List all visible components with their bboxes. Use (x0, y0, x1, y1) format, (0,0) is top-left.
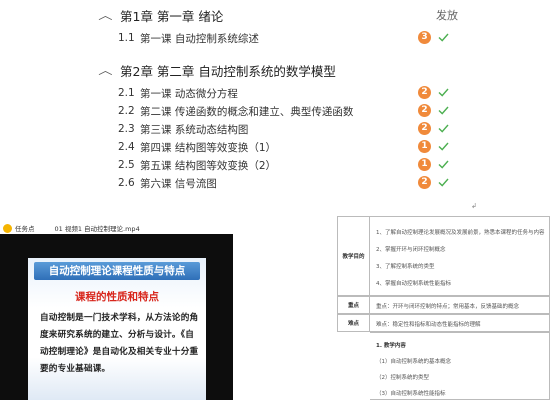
slide-title: 自动控制理论课程性质与特点 (34, 262, 200, 280)
chapter-title: 第2章 第二章 自动控制系统的数学模型 (120, 63, 336, 79)
lesson-number: 2.1 (118, 87, 135, 99)
chapter-title: 第1章 第一章 绪论 (120, 8, 224, 24)
goal-item: 2、掌握开环与闭环控制概念 (376, 247, 446, 253)
publish-column-header: 发放 (436, 9, 458, 22)
lesson-title[interactable]: 第五课 结构图等效变换（2） (140, 158, 276, 173)
content-item: （2）控制系统的类型 (376, 375, 429, 381)
task-panel: 任务点 01 视频1 自动控制理论.mp4 自动控制理论课程性质与特点 课程的性… (0, 222, 238, 400)
task-count-badge: 1 (418, 158, 431, 171)
content-cell: 1. 教学内容 （1）自动控制系统的基本概念 （2）控制系统的类型 （3）自动控… (370, 332, 550, 400)
slide-subtitle: 课程的性质和特点 (75, 291, 159, 303)
task-count-badge: 3 (418, 31, 431, 44)
lesson-title[interactable]: 第一课 动态微分方程 (140, 86, 238, 101)
task-point-label: 任务点 (15, 225, 35, 233)
row-label-key: 重点 (337, 296, 370, 314)
task-header: 任务点 01 视频1 自动控制理论.mp4 (0, 222, 238, 234)
goal-item: 4、掌握自动控制系统性能指标 (376, 281, 452, 287)
lesson-number: 2.4 (118, 141, 135, 153)
lesson-row-2-4[interactable]: 2.4 第四课 结构图等效变换（1） (118, 139, 276, 155)
lesson-title[interactable]: 第六课 信号流图 (140, 176, 217, 191)
lesson-row-2-3[interactable]: 2.3 第三课 系统动态结构图 (118, 121, 248, 137)
difficult-point-cell: 难点：稳定性和指标和动态性能指标的理解 (370, 314, 550, 332)
difficult-point-text: 难点：稳定性和指标和动态性能指标的理解 (376, 322, 481, 328)
task-point-icon (3, 223, 12, 233)
goal-item: 1、了解自动控制理论发展概况及发展前景，熟悉本课程的任务与内容 (376, 230, 545, 236)
slide-body-text: 自动控制是一门技术学科，从方法论的角度来研究系统的建立、分析与设计。《自动控制理… (40, 313, 199, 374)
course-outline: 发放 ︿ 第1章 第一章 绪论 1.1 第一课 自动控制系统综述 3 ︿ 第2章… (0, 0, 550, 211)
published-check-icon[interactable] (437, 140, 450, 153)
lesson-title[interactable]: 第一课 自动控制系统综述 (140, 31, 259, 46)
goals-cell: 1、了解自动控制理论发展概况及发展前景，熟悉本课程的任务与内容 2、掌握开环与闭… (370, 216, 550, 296)
task-count-badge: 2 (418, 86, 431, 99)
key-point-cell: 重点：开环与闭环控制的特点；常用基本，反馈基础的概念 (370, 296, 550, 314)
lesson-title[interactable]: 第四课 结构图等效变换（1） (140, 140, 276, 155)
lesson-row-2-5[interactable]: 2.5 第五课 结构图等效变换（2） (118, 157, 276, 173)
task-count-badge: 2 (418, 122, 431, 135)
row-label-goal: 教学目的 (337, 216, 370, 296)
lesson-number: 2.2 (118, 105, 135, 117)
video-filename[interactable]: 01 视频1 自动控制理论.mp4 (55, 223, 140, 233)
chevron-up-icon[interactable]: ︿ (98, 7, 114, 23)
slide-frame: 自动控制理论课程性质与特点 课程的性质和特点 自动控制是一门技术学科，从方法论的… (28, 258, 206, 400)
content-item: （3）自动控制系统性能指标 (376, 391, 446, 397)
published-check-icon[interactable] (437, 158, 450, 171)
lesson-row-2-1[interactable]: 2.1 第一课 动态微分方程 (118, 85, 238, 101)
published-check-icon[interactable] (437, 31, 450, 44)
lesson-number: 2.5 (118, 159, 135, 171)
lesson-plan-document: 教学目的 1、了解自动控制理论发展概况及发展前景，熟悉本课程的任务与内容 2、掌… (337, 212, 550, 400)
lesson-title[interactable]: 第三课 系统动态结构图 (140, 122, 248, 137)
task-count-badge: 2 (418, 104, 431, 117)
task-count-badge: 2 (418, 176, 431, 189)
lesson-title[interactable]: 第二课 传递函数的概念和建立、典型传递函数 (140, 104, 353, 119)
lesson-row-2-6[interactable]: 2.6 第六课 信号流图 (118, 175, 217, 191)
video-player[interactable]: 自动控制理论课程性质与特点 课程的性质和特点 自动控制是一门技术学科，从方法论的… (0, 234, 233, 400)
published-check-icon[interactable] (437, 176, 450, 189)
published-check-icon[interactable] (437, 122, 450, 135)
lesson-row-2-2[interactable]: 2.2 第二课 传递函数的概念和建立、典型传递函数 (118, 103, 353, 119)
content-item: （1）自动控制系统的基本概念 (376, 359, 452, 365)
key-point-text: 重点：开环与闭环控制的特点；常用基本，反馈基础的概念 (376, 304, 520, 310)
published-check-icon[interactable] (437, 86, 450, 99)
chevron-up-icon[interactable]: ︿ (98, 62, 114, 78)
goal-item: 3、了解控制系统的类型 (376, 264, 435, 270)
lesson-number: 1.1 (118, 32, 135, 44)
lesson-number: 2.6 (118, 177, 135, 189)
lesson-row-1-1[interactable]: 1.1 第一课 自动控制系统综述 (118, 30, 259, 46)
published-check-icon[interactable] (437, 104, 450, 117)
lesson-number: 2.3 (118, 123, 135, 135)
chapter-1-header[interactable]: ︿ 第1章 第一章 绪论 (98, 6, 224, 24)
paragraph-mark: ↲ (471, 202, 477, 210)
task-count-badge: 1 (418, 140, 431, 153)
content-title: 1. 教学内容 (376, 343, 406, 349)
row-label-difficult: 难点 (337, 314, 370, 332)
chapter-2-header[interactable]: ︿ 第2章 第二章 自动控制系统的数学模型 (98, 61, 336, 79)
